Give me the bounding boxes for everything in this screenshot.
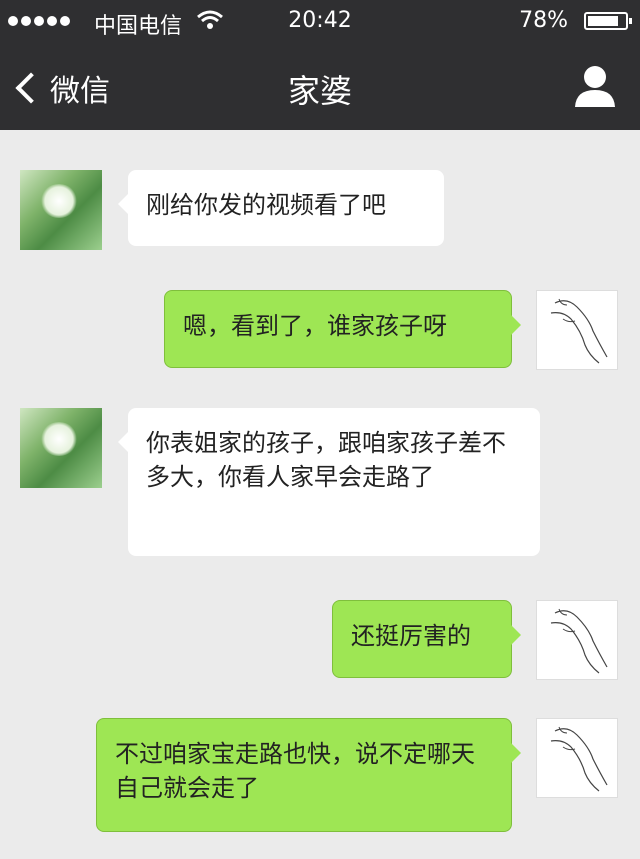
message-bubble-received[interactable]: 你表姐家的孩子，跟咱家孩子差不多大，你看人家早会走路了 <box>118 408 540 556</box>
hand-sketch-icon <box>550 608 608 674</box>
chat-title: 家婆 <box>287 72 352 110</box>
message-bubble-sent[interactable]: 不过咱家宝走路也快，说不定哪天自己就会走了 <box>96 718 521 832</box>
self-avatar[interactable] <box>536 600 618 680</box>
message-list[interactable]: 刚给你发的视频看了吧 嗯，看到了，谁家孩子呀 你表姐家的孩子，跟咱家孩子差不多大… <box>0 130 640 859</box>
navigation-bar: 微信 家婆 <box>0 44 640 130</box>
self-avatar[interactable] <box>536 718 618 798</box>
battery-percentage: 78% <box>519 8 568 33</box>
status-bar: 中国电信 20:42 78% <box>0 0 640 44</box>
person-icon[interactable] <box>574 64 616 108</box>
friend-avatar[interactable] <box>20 408 102 488</box>
hand-sketch-icon <box>550 726 608 792</box>
battery-icon <box>584 12 632 30</box>
self-avatar[interactable] <box>536 290 618 370</box>
message-bubble-sent[interactable]: 还挺厉害的 <box>332 600 521 678</box>
message-bubble-sent[interactable]: 嗯，看到了，谁家孩子呀 <box>164 290 521 368</box>
message-bubble-received[interactable]: 刚给你发的视频看了吧 <box>118 170 444 246</box>
hand-sketch-icon <box>550 298 608 364</box>
friend-avatar[interactable] <box>20 170 102 250</box>
